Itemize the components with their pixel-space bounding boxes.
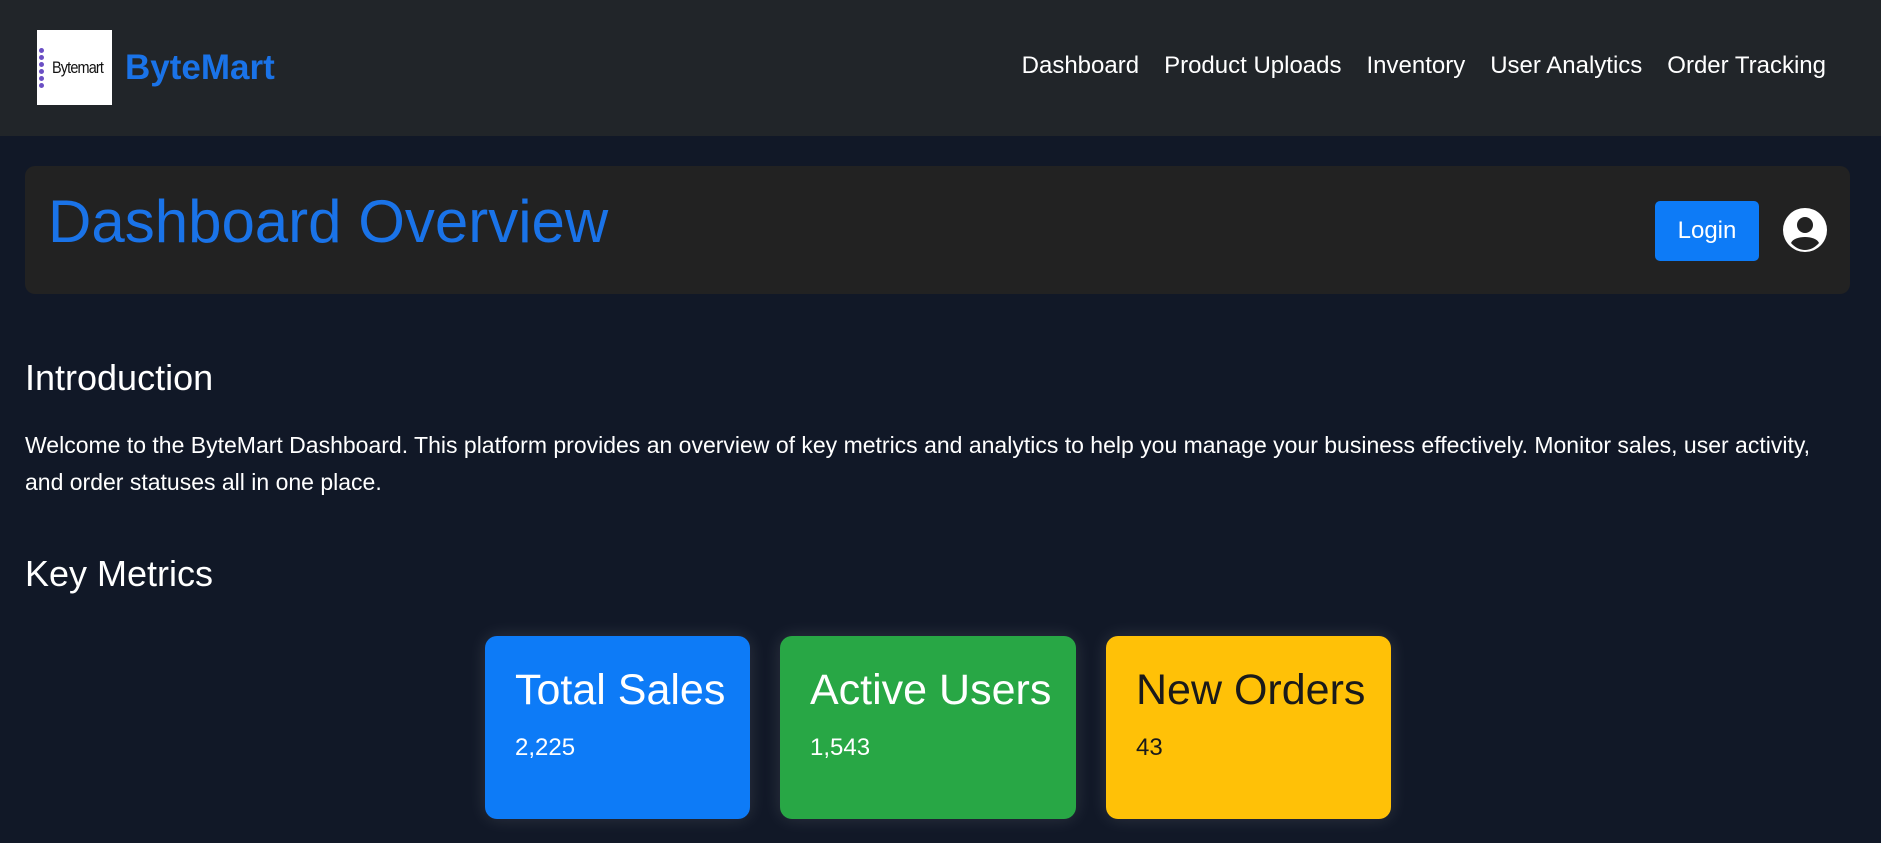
metric-card-total-sales: Total Sales 2,225	[485, 636, 750, 819]
top-navbar: Bytemart ByteMart Dashboard Product Uplo…	[0, 0, 1881, 136]
nav-link-dashboard[interactable]: Dashboard	[1022, 52, 1139, 80]
brand[interactable]: Bytemart ByteMart	[37, 30, 275, 105]
metric-value: 1,543	[810, 734, 871, 761]
logo-text: Bytemart	[51, 57, 104, 77]
hero-banner: Dashboard Overview Login	[25, 166, 1850, 294]
nav-link-order-tracking[interactable]: Order Tracking	[1667, 52, 1826, 80]
metric-title: Active Users	[810, 666, 1052, 714]
nav-link-user-analytics[interactable]: User Analytics	[1490, 52, 1642, 80]
metric-title: New Orders	[1136, 666, 1366, 714]
metric-title: Total Sales	[515, 666, 726, 714]
user-circle-icon[interactable]	[1783, 208, 1827, 252]
metric-value: 43	[1136, 734, 1163, 761]
login-button[interactable]: Login	[1655, 201, 1759, 261]
intro-heading: Introduction	[25, 357, 214, 398]
metric-card-new-orders: New Orders 43	[1106, 636, 1391, 819]
metric-card-active-users: Active Users 1,543	[780, 636, 1076, 819]
metrics-heading: Key Metrics	[25, 553, 214, 594]
brand-logo[interactable]: Bytemart	[37, 30, 112, 105]
logo-dots-icon	[39, 47, 51, 88]
nav-links: Dashboard Product Uploads Inventory User…	[1022, 52, 1826, 80]
nav-link-inventory[interactable]: Inventory	[1367, 52, 1466, 80]
nav-link-product-uploads[interactable]: Product Uploads	[1164, 52, 1341, 80]
page-title: Dashboard Overview	[48, 188, 609, 255]
metric-value: 2,225	[515, 734, 576, 761]
intro-text: Welcome to the ByteMart Dashboard. This …	[25, 432, 1811, 495]
brand-name[interactable]: ByteMart	[125, 48, 275, 88]
